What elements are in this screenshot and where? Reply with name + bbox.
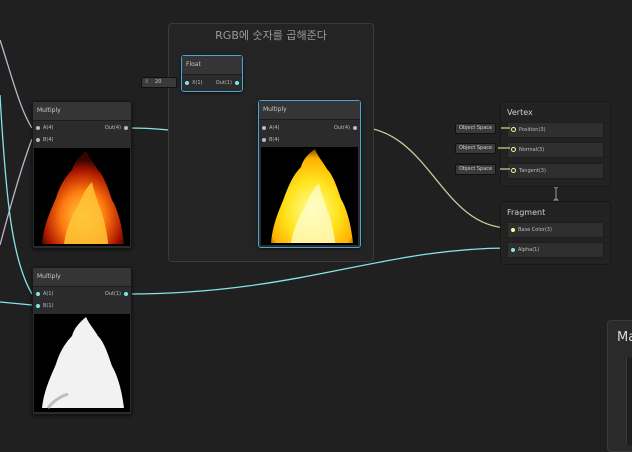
fragment-context[interactable]: Fragment Base Color(3) Alpha(1) xyxy=(500,201,611,265)
main-preview-panel[interactable]: Ma xyxy=(607,320,632,452)
port-dot-icon xyxy=(511,227,515,232)
main-preview-body xyxy=(626,357,632,445)
fragment-block-basecolor[interactable]: Base Color(3) xyxy=(507,222,604,238)
shader-graph-canvas[interactable]: RGB에 숫자를 곱해준다 X 20 Float X(1) Out(1) Mul… xyxy=(0,0,632,452)
port-dot-icon xyxy=(511,247,515,252)
main-preview-title: Ma xyxy=(617,330,632,345)
fragment-block-alpha[interactable]: Alpha(1) xyxy=(507,242,604,258)
fragment-title: Fragment xyxy=(507,208,546,217)
